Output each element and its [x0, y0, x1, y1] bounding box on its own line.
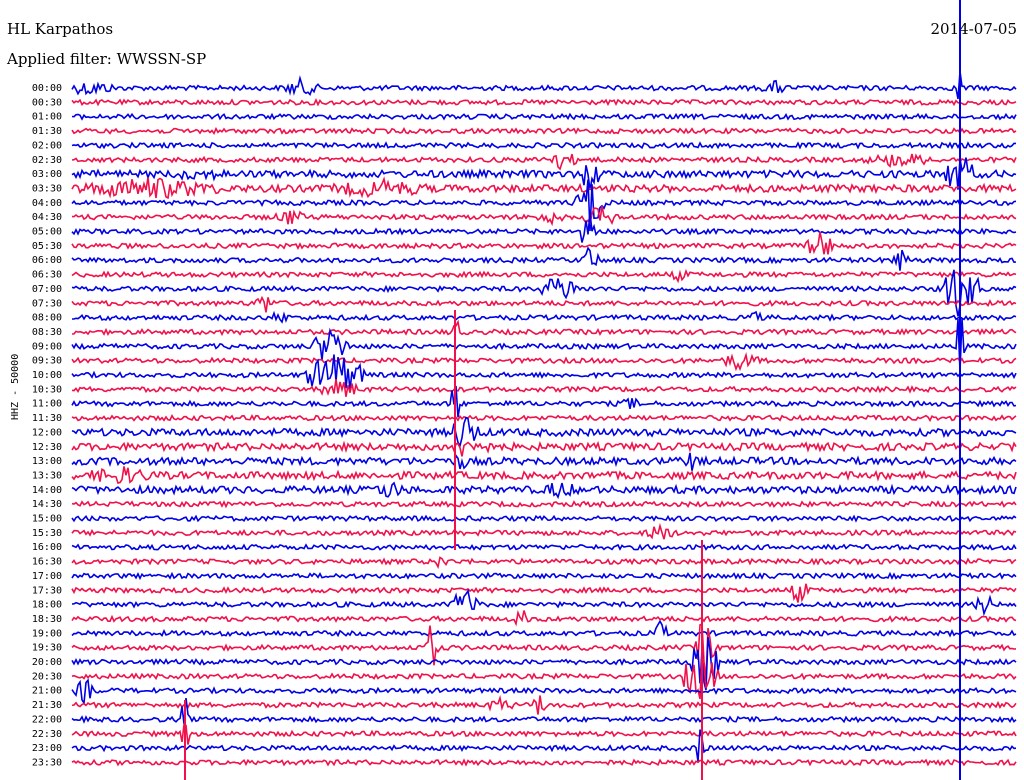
trace-line [71, 71, 1017, 100]
trace-line [71, 571, 1017, 581]
time-tick-label: 23:30 [32, 757, 62, 768]
trace-line [71, 440, 1017, 457]
trace-line [71, 609, 1017, 627]
time-tick-label: 15:30 [32, 528, 62, 539]
trace-line [71, 636, 1017, 691]
time-tick-label: 04:30 [32, 212, 62, 223]
trace-line [71, 231, 1017, 255]
trace-line [71, 556, 1017, 570]
time-tick-label: 09:00 [32, 341, 62, 352]
trace-line [71, 678, 1017, 706]
helicorder-page: HL Karpathos 2014-07-05 Applied filter: … [0, 0, 1024, 780]
trace-line [71, 723, 1017, 745]
time-tick-label: 08:00 [32, 313, 62, 324]
time-tick-label: 07:00 [32, 284, 62, 295]
trace-line [71, 295, 1017, 313]
trace-line [71, 588, 1017, 617]
time-tick-label: 16:00 [32, 542, 62, 553]
trace-line [71, 268, 1017, 284]
time-tick-label: 16:30 [32, 557, 62, 568]
time-tick-label: 21:30 [32, 700, 62, 711]
time-tick-label: 19:00 [32, 628, 62, 639]
time-tick-label: 17:30 [32, 585, 62, 596]
time-tick-label: 06:30 [32, 270, 62, 281]
trace-line [72, 206, 1017, 227]
trace-line [71, 416, 1017, 448]
seismogram-plot: 00:00 00:30 01:00 01:30 02:00 02:30 03:00 03:30… [32, 0, 1017, 780]
trace-line [71, 452, 1017, 471]
trace-line [71, 466, 1017, 484]
time-tick-label: 12:00 [32, 427, 62, 438]
trace-line [71, 319, 1017, 337]
time-tick-label: 23:00 [32, 743, 62, 754]
time-tick-label: 20:00 [32, 657, 62, 668]
trace-line [71, 758, 1017, 767]
time-tick-label: 09:30 [32, 356, 62, 367]
time-tick-label: 18:00 [32, 600, 62, 611]
time-tick-label: 12:30 [32, 442, 62, 453]
trace-line [71, 352, 1017, 372]
trace-line [71, 583, 1017, 603]
trace-line [71, 694, 1017, 715]
time-tick-label: 00:30 [32, 97, 62, 108]
time-tick-label: 17:00 [32, 571, 62, 582]
time-tick-label: 00:00 [32, 83, 62, 94]
time-tick-label: 21:00 [32, 686, 62, 697]
trace-line [71, 246, 1017, 271]
time-tick-label: 13:00 [32, 456, 62, 467]
time-tick-label: 07:30 [32, 298, 62, 309]
time-tick-label: 08:30 [32, 327, 62, 338]
trace-line [71, 153, 1017, 171]
time-tick-label: 03:00 [32, 169, 62, 180]
time-tick-label: 13:30 [32, 470, 62, 481]
time-tick-label: 04:00 [32, 198, 62, 209]
trace-line [71, 378, 1017, 397]
time-tick-label: 18:30 [32, 614, 62, 625]
trace-line [71, 522, 1017, 540]
time-tick-label: 14:30 [32, 499, 62, 510]
time-tick-label: 01:30 [32, 126, 62, 137]
trace-line [71, 98, 1017, 107]
time-tick-label: 14:00 [32, 485, 62, 496]
time-tick-label: 19:30 [32, 643, 62, 654]
time-tick-label: 05:00 [32, 227, 62, 238]
trace-line [71, 698, 1017, 724]
trace-line [71, 141, 1016, 150]
trace-line [71, 481, 1017, 500]
trace-line [71, 543, 1017, 552]
time-tick-label: 03:30 [32, 183, 62, 194]
trace-line [71, 413, 1017, 423]
time-tick-label: 01:00 [32, 112, 62, 123]
trace-line [71, 619, 1017, 638]
trace-line [72, 310, 1017, 324]
time-tick-label: 05:30 [32, 241, 62, 252]
trace-line [71, 126, 1017, 136]
time-tick-label: 11:30 [32, 413, 62, 424]
time-tick-label: 20:30 [32, 671, 62, 682]
time-tick-label: 10:00 [32, 370, 62, 381]
time-tick-label: 22:00 [32, 714, 62, 725]
time-tick-label: 02:30 [32, 155, 62, 166]
time-tick-label: 15:00 [32, 514, 62, 525]
time-tick-label: 11:00 [32, 399, 62, 410]
trace-line [71, 500, 1017, 509]
trace-line [71, 514, 1017, 523]
time-tick-label: 10:30 [32, 384, 62, 395]
time-tick-label: 06:00 [32, 255, 62, 266]
time-tick-label: 02:00 [32, 140, 62, 151]
time-tick-label: 22:30 [32, 729, 62, 740]
trace-line [71, 112, 1017, 121]
